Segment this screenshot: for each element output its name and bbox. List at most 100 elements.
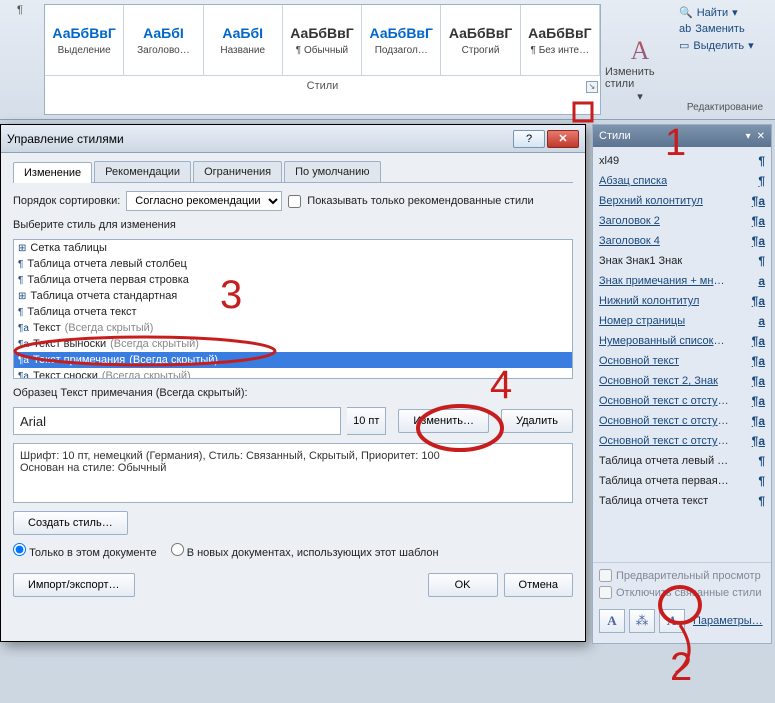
dialog-title: Управление стилями (7, 132, 511, 146)
style-label: ¶ Без инте… (531, 45, 590, 56)
style-list-item[interactable]: ¶Таблица отчета текст (14, 304, 572, 320)
style-inspector-button[interactable]: ⁂ (629, 609, 655, 633)
style-label: Название (220, 45, 265, 56)
style-sample: АаБбВвГ (52, 25, 115, 41)
style-description: Шрифт: 10 пт, немецкий (Германия), Стиль… (13, 443, 573, 503)
style-sample: АаБбВвГ (528, 25, 591, 41)
styles-group-caption: Стили ↘ (45, 75, 600, 95)
dialog-tab[interactable]: Изменение (13, 162, 92, 183)
styles-pane-item[interactable]: Основной текст с отступо¶a (595, 391, 769, 411)
styles-pane-item[interactable]: Заголовок 2¶a (595, 211, 769, 231)
inspector-icon: ⁂ (636, 613, 649, 629)
disable-linked-checkbox[interactable]: Отключить связанные стили (599, 586, 765, 599)
style-gallery[interactable]: АаБбВвГ Выделение АаБбІЗаголово… АаБбІ Назва… (45, 5, 600, 75)
pane-dropdown-icon[interactable]: ▾ (746, 131, 751, 142)
radio-new-docs[interactable]: В новых документах, использующих этот ша… (171, 543, 439, 559)
styles-pane-item[interactable]: Нумерованный список_1 уро¶a (595, 331, 769, 351)
radio-this-doc[interactable]: Только в этом документе (13, 543, 157, 559)
style-list-item[interactable]: ¶aТекст выноски (Всегда скрытый) (14, 336, 572, 352)
sort-label: Порядок сортировки: (13, 195, 120, 207)
modify-button[interactable]: Изменить… (398, 409, 489, 433)
styles-pane-item[interactable]: Таблица отчета первая ст¶ (595, 471, 769, 491)
style-gallery-item[interactable]: АаБбВвГПодзагол… (362, 5, 441, 75)
dialog-tab[interactable]: Ограничения (193, 161, 282, 182)
cancel-button[interactable]: Отмена (504, 573, 573, 597)
styles-pane-title[interactable]: Стили ▾ ✕ (593, 125, 771, 147)
style-gallery-item[interactable]: АаБбІЗаголово… (124, 5, 203, 75)
sort-select[interactable]: Согласно рекомендации (126, 191, 282, 211)
style-list-item[interactable]: ¶aТекст примечания (Всегда скрытый) (14, 352, 572, 368)
style-list-item[interactable]: ¶aТекст (Всегда скрытый) (14, 320, 572, 336)
styles-pane-list[interactable]: xl49¶Абзац списка¶Верхний колонтитул¶aЗа… (593, 147, 771, 562)
manage-styles-icon: A (668, 613, 677, 629)
styles-launcher-icon[interactable]: ↘ (586, 81, 598, 93)
help-button[interactable]: ? (513, 130, 545, 148)
style-list-item[interactable]: ¶Таблица отчета левый столбец (14, 256, 572, 272)
style-gallery-item[interactable]: АаБбВвГ Выделение (45, 5, 124, 75)
style-gallery-group: АаБбВвГ Выделение АаБбІЗаголово… АаБбІ Назва… (44, 4, 601, 115)
create-style-button[interactable]: Создать стиль… (13, 511, 128, 535)
binoculars-icon: 🔍 (679, 6, 693, 19)
import-export-button[interactable]: Импорт/экспорт… (13, 573, 135, 597)
style-gallery-item[interactable]: АаБбВвГСтрогий (441, 5, 520, 75)
editing-caption: Редактирование (679, 102, 771, 113)
style-listbox[interactable]: ⊞Сетка таблицы ¶Таблица отчета левый сто… (13, 239, 573, 379)
dialog-titlebar[interactable]: Управление стилями ? ✕ (1, 125, 585, 153)
select-button[interactable]: ▭Выделить▾ (679, 39, 771, 52)
style-list-item[interactable]: ¶aТекст сноски (Всегда скрытый) (14, 368, 572, 379)
ribbon: ¶ АаБбВвГ Выделение АаБбІЗаголово… АаБбІ Наз… (0, 0, 775, 120)
dialog-tab[interactable]: Рекомендации (94, 161, 191, 182)
only-recommended-checkbox[interactable]: Показывать только рекомендованные стили (288, 195, 533, 208)
styles-pane-item[interactable]: Заголовок 4¶a (595, 231, 769, 251)
style-label: Заголово… (137, 45, 190, 56)
style-sample: АаБбВвГ (290, 25, 353, 41)
style-label: Строгий (462, 45, 500, 56)
preview-checkbox[interactable]: Предварительный просмотр (599, 569, 765, 582)
styles-pane-item[interactable]: Основной текст¶a (595, 351, 769, 371)
manage-styles-button[interactable]: A (659, 609, 685, 633)
manage-styles-dialog: Управление стилями ? ✕ ИзменениеРекоменд… (0, 124, 586, 642)
style-gallery-item[interactable]: АаБбІ Название (204, 5, 283, 75)
delete-button[interactable]: Удалить (501, 409, 573, 433)
pane-close-icon[interactable]: ✕ (757, 131, 765, 142)
replace-button[interactable]: abЗаменить (679, 23, 771, 35)
styles-pane-item[interactable]: Номер страницыa (595, 311, 769, 331)
replace-icon: ab (679, 23, 691, 35)
dialog-tab[interactable]: По умолчанию (284, 161, 380, 182)
styles-pane-item[interactable]: Основной текст с отступо¶a (595, 431, 769, 451)
styles-pane-item[interactable]: xl49¶ (595, 151, 769, 171)
new-style-button[interactable]: A (599, 609, 625, 633)
style-sample: АаБбІ (222, 25, 263, 41)
styles-pane-item[interactable]: Основной текст с отступо¶a (595, 411, 769, 431)
styles-pane: Стили ▾ ✕ xl49¶Абзац списка¶Верхний коло… (592, 124, 772, 644)
paragraph-mark-button[interactable]: ¶ (4, 4, 36, 16)
find-button[interactable]: 🔍Найти▾ (679, 6, 771, 19)
change-styles-button[interactable]: A Изменить стили▾ (605, 0, 675, 119)
style-gallery-item[interactable]: АаБбВвГ ¶ Без инте… (521, 5, 600, 75)
style-label: Выделение (58, 45, 111, 56)
params-link[interactable]: Параметры… (693, 615, 763, 627)
style-list-item[interactable]: ⊞Таблица отчета стандартная (14, 288, 572, 304)
new-style-icon: A (607, 613, 616, 629)
font-size-button[interactable]: 10 пт (347, 407, 386, 435)
sample-font-display: Arial (13, 407, 341, 435)
svg-text:2: 2 (670, 645, 692, 689)
choose-style-label: Выберите стиль для изменения (13, 219, 573, 231)
styles-pane-item[interactable]: Знак примечания + многоуровневый, Слева:… (595, 271, 769, 291)
style-list-item[interactable]: ¶Таблица отчета первая стровка (14, 272, 572, 288)
styles-pane-item[interactable]: Таблица отчета левый стл¶ (595, 451, 769, 471)
close-button[interactable]: ✕ (547, 130, 579, 148)
styles-pane-item[interactable]: Абзац списка¶ (595, 171, 769, 191)
ribbon-left-small: ¶ (0, 0, 40, 119)
cursor-icon: ▭ (679, 39, 689, 52)
style-label: Подзагол… (375, 45, 428, 56)
styles-pane-item[interactable]: Таблица отчета текст¶ (595, 491, 769, 511)
styles-pane-item[interactable]: Нижний колонтитул¶a (595, 291, 769, 311)
style-gallery-item[interactable]: АаБбВвГ¶ Обычный (283, 5, 362, 75)
styles-pane-item[interactable]: Верхний колонтитул¶a (595, 191, 769, 211)
dialog-tabs: ИзменениеРекомендацииОграниченияПо умолч… (13, 161, 573, 183)
style-list-item[interactable]: ⊞Сетка таблицы (14, 240, 572, 256)
ok-button[interactable]: OK (428, 573, 498, 597)
styles-pane-item[interactable]: Знак Знак1 Знак¶ (595, 251, 769, 271)
styles-pane-item[interactable]: Основной текст 2, Знак¶a (595, 371, 769, 391)
